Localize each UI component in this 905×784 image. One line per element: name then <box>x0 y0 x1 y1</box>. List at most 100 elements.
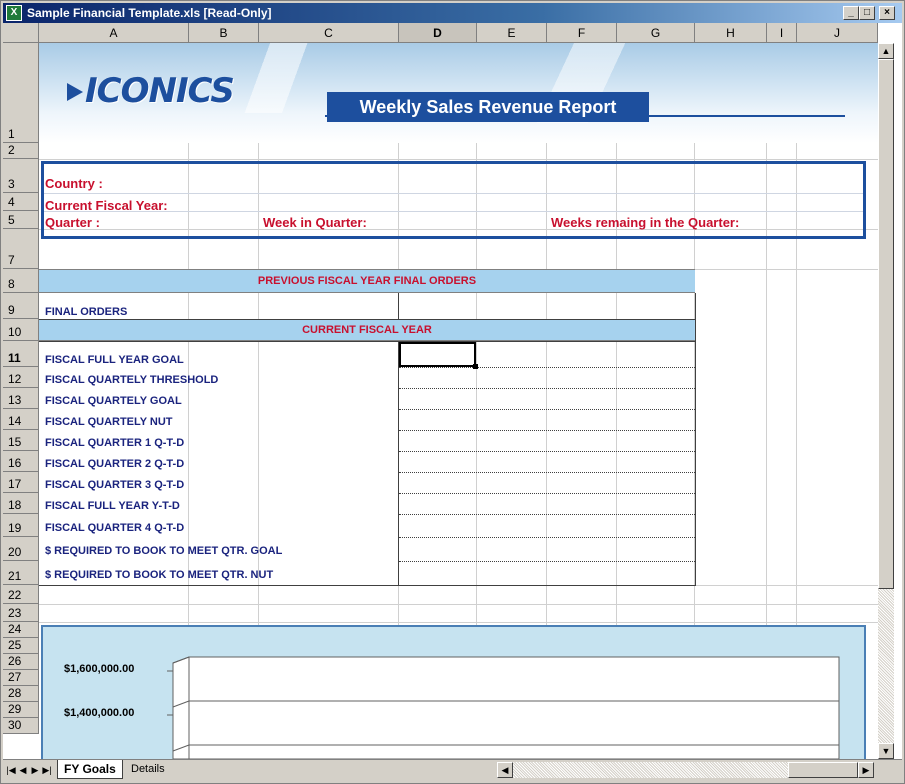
chart-area[interactable]: $1,600,000.00 $1,400,000.00 <box>41 625 866 759</box>
fiscal-year-label: Current Fiscal Year: <box>45 198 168 213</box>
row-header-28[interactable]: 28 <box>3 686 39 702</box>
table-divider <box>398 341 399 586</box>
metric-label: FISCAL QUARTER 1 Q-T-D <box>45 437 185 449</box>
row-separator <box>399 493 695 494</box>
row-header-3[interactable]: 3 <box>3 159 39 193</box>
active-cell-d11[interactable] <box>399 342 476 367</box>
worksheet-grid[interactable]: A B C D E F G H I J 1 2 3 4 5 7 8 9 10 1… <box>3 23 902 759</box>
row-header-15[interactable]: 15 <box>3 430 39 451</box>
first-sheet-icon[interactable]: |◀ <box>5 763 17 777</box>
close-icon[interactable]: × <box>879 6 895 20</box>
column-header-c[interactable]: C <box>259 23 399 43</box>
hscroll-right-icon[interactable]: ▶ <box>858 762 874 778</box>
row-separator <box>399 472 695 473</box>
row-header-13[interactable]: 13 <box>3 388 39 409</box>
row-header-25[interactable]: 25 <box>3 638 39 654</box>
weeks-remaining-label: Weeks remaing in the Quarter: <box>551 215 740 230</box>
column-header-e[interactable]: E <box>477 23 547 43</box>
row-separator <box>399 409 695 410</box>
row-header-16[interactable]: 16 <box>3 451 39 472</box>
table-divider <box>398 293 399 319</box>
scroll-up-icon[interactable]: ▲ <box>878 43 894 59</box>
column-header-g[interactable]: G <box>617 23 695 43</box>
row-header-27[interactable]: 27 <box>3 670 39 686</box>
row-header-20[interactable]: 20 <box>3 537 39 561</box>
row-separator <box>399 367 695 368</box>
hscroll-thumb[interactable] <box>788 762 858 778</box>
column-header-h[interactable]: H <box>695 23 767 43</box>
hscroll-track[interactable] <box>513 762 788 778</box>
row-header-24[interactable]: 24 <box>3 622 39 638</box>
metric-label: FISCAL FULL YEAR GOAL <box>45 354 184 366</box>
row-header-11[interactable]: 11 <box>3 341 39 367</box>
row-header-29[interactable]: 29 <box>3 702 39 718</box>
metric-label: $ REQUIRED TO BOOK TO MEET QTR. GOAL <box>45 545 283 557</box>
row-header-21[interactable]: 21 <box>3 561 39 585</box>
row-header-18[interactable]: 18 <box>3 493 39 514</box>
table-divider <box>39 319 696 320</box>
last-sheet-icon[interactable]: ▶| <box>41 763 53 777</box>
excel-window: X Sample Financial Template.xls [Read-On… <box>0 0 905 784</box>
select-all-corner[interactable] <box>3 23 39 43</box>
row-header-14[interactable]: 14 <box>3 409 39 430</box>
scroll-down-icon[interactable]: ▼ <box>878 743 894 759</box>
row-header-30[interactable]: 30 <box>3 718 39 734</box>
sheet-tab-fy-goals[interactable]: FY Goals <box>57 760 123 779</box>
iconics-logo: ICONICS <box>85 71 235 111</box>
sheet-tab-bar: |◀ ◀ ▶ ▶| FY Goals Details ◀ ▶ <box>3 759 902 782</box>
row-separator <box>399 430 695 431</box>
row-header-26[interactable]: 26 <box>3 654 39 670</box>
row-header-8[interactable]: 8 <box>3 269 39 293</box>
column-header-j[interactable]: J <box>797 23 878 43</box>
prev-sheet-icon[interactable]: ◀ <box>17 763 29 777</box>
chart-ytick-label: $1,600,000.00 <box>64 663 135 675</box>
metric-label: FISCAL QUARTER 3 Q-T-D <box>45 479 185 491</box>
row-header-5[interactable]: 5 <box>3 211 39 229</box>
excel-icon[interactable]: X <box>6 5 22 21</box>
chart-plot-svg <box>167 656 840 759</box>
column-header-f[interactable]: F <box>547 23 617 43</box>
vertical-scrollbar[interactable]: ▲ ▼ <box>878 43 894 759</box>
section-title-current: CURRENT FISCAL YEAR <box>302 324 432 336</box>
logo-arrow-icon <box>67 83 83 101</box>
row-header-17[interactable]: 17 <box>3 472 39 493</box>
row-separator <box>399 514 695 515</box>
sheet-tab-details[interactable]: Details <box>125 760 171 778</box>
row-header-22[interactable]: 22 <box>3 585 39 604</box>
row-separator <box>399 537 695 538</box>
scroll-thumb[interactable] <box>878 59 894 589</box>
chart-plot-area <box>172 656 840 759</box>
quarter-label: Quarter : <box>45 215 100 230</box>
row-header-23[interactable]: 23 <box>3 604 39 622</box>
metric-label: FISCAL QUARTELY GOAL <box>45 395 182 407</box>
report-banner: ICONICS Weekly Sales Revenue Report <box>39 43 878 143</box>
country-label: Country : <box>45 176 103 191</box>
metric-label: FISCAL QUARTELY NUT <box>45 416 173 428</box>
row-header-4[interactable]: 4 <box>3 193 39 211</box>
row-header-10[interactable]: 10 <box>3 319 39 341</box>
column-header-d[interactable]: D <box>399 23 477 43</box>
gridline <box>39 622 878 623</box>
next-sheet-icon[interactable]: ▶ <box>29 763 41 777</box>
hscroll-left-icon[interactable]: ◀ <box>497 762 513 778</box>
gridline <box>39 604 878 605</box>
metric-label: FISCAL FULL YEAR Y-T-D <box>45 500 180 512</box>
row-header-12[interactable]: 12 <box>3 367 39 388</box>
column-header-a[interactable]: A <box>39 23 189 43</box>
fill-handle[interactable] <box>473 364 478 369</box>
title-bar[interactable]: X Sample Financial Template.xls [Read-On… <box>3 3 902 23</box>
row-header-19[interactable]: 19 <box>3 514 39 537</box>
row-header-2[interactable]: 2 <box>3 143 39 159</box>
row-header-9[interactable]: 9 <box>3 293 39 319</box>
minimize-icon[interactable]: _ <box>843 6 859 20</box>
row-separator <box>399 451 695 452</box>
row-header-7[interactable]: 7 <box>3 229 39 269</box>
column-header-i[interactable]: I <box>767 23 797 43</box>
column-header-b[interactable]: B <box>189 23 259 43</box>
row-separator <box>399 561 695 562</box>
metric-label: FISCAL QUARTER 4 Q-T-D <box>45 522 185 534</box>
table-divider <box>39 341 696 342</box>
restore-icon[interactable]: □ <box>859 6 875 20</box>
row-header-1[interactable]: 1 <box>3 43 39 143</box>
report-title: Weekly Sales Revenue Report <box>327 92 649 122</box>
